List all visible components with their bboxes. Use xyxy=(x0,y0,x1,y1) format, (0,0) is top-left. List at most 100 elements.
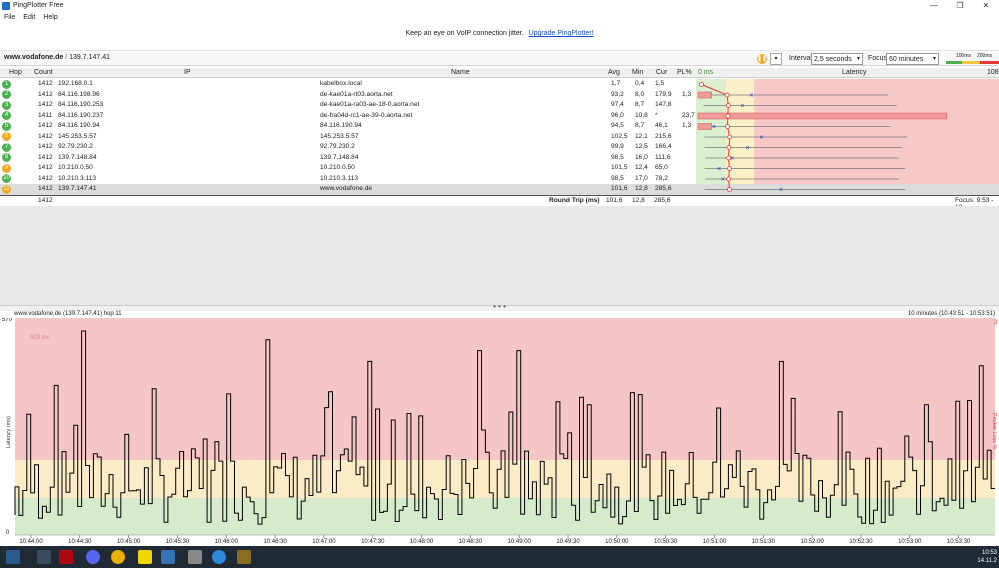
col-avg[interactable]: Avg xyxy=(608,69,620,76)
trace-table-header: Hop Count IP Name Avg Min Cur PL% 0 ms L… xyxy=(0,68,999,78)
interval-label: Interval xyxy=(789,55,812,62)
chevron-down-icon: ▾ xyxy=(932,56,936,62)
wow-icon[interactable] xyxy=(237,550,251,564)
current-latency-marker: × xyxy=(712,124,716,131)
chevron-down-icon: ▾ xyxy=(856,56,860,62)
col-lat-zero: 0 ms xyxy=(698,69,714,76)
packet-loss-bar xyxy=(697,91,712,99)
col-latency[interactable]: Latency xyxy=(842,69,867,76)
legend-red-bar xyxy=(980,61,999,64)
x-tick-label: 10:53:00 xyxy=(898,539,922,545)
clock-time: 10:53 xyxy=(981,550,997,556)
avg-latency-point xyxy=(699,82,704,87)
window-title: PingPlotter Free xyxy=(13,2,64,9)
pause-button[interactable]: ❚❚ xyxy=(757,54,767,64)
col-cur[interactable]: Cur xyxy=(656,69,667,76)
minimize-icon[interactable]: — xyxy=(921,0,947,11)
low-latency-band xyxy=(15,498,995,535)
footer-avg: 101,6 xyxy=(606,197,623,204)
target-host: www.vodafone.de xyxy=(4,54,64,61)
target-label: www.vodafone.de / 139.7.147.41 xyxy=(4,54,110,61)
packet-loss-bar xyxy=(697,112,948,120)
current-latency-marker: × xyxy=(749,93,753,100)
app-icon[interactable] xyxy=(212,550,226,564)
target-ip: 139.7.147.41 xyxy=(69,54,110,61)
timeline-range[interactable]: 10 minutes (10:43:51 - 10:53:51) xyxy=(908,311,995,317)
x-tick-label: 10:46:30 xyxy=(263,539,287,545)
menu-help[interactable]: Help xyxy=(39,12,61,23)
interval-value: 2,5 seconds xyxy=(814,56,852,63)
app-logo-icon xyxy=(2,1,10,10)
col-count[interactable]: Count xyxy=(34,69,53,76)
legend-100: 100ms xyxy=(956,53,972,59)
packet-loss-max-label: 3 xyxy=(994,320,998,326)
y-axis-label: Latency (ms) xyxy=(6,416,12,448)
avg-latency-point xyxy=(726,145,732,150)
avg-latency-point xyxy=(724,92,730,98)
y-zero-label: 0 xyxy=(6,530,10,536)
legend-200: 200ms xyxy=(977,53,993,59)
x-tick-label: 10:51:00 xyxy=(703,539,727,545)
pingplotter-icon[interactable] xyxy=(161,550,175,564)
timeline-graph: 570 523 ms 0 Latency (ms) Packet Loss % 3 10:4… xyxy=(2,318,998,545)
banner-text: Keep an eye on VoIP connection jitter. xyxy=(405,30,524,37)
col-min[interactable]: Min xyxy=(632,69,643,76)
toolbar: www.vodafone.de / 139.7.147.41 ❚❚ ▾ Inte… xyxy=(0,50,999,66)
x-tick-label: 10:50:30 xyxy=(654,539,678,545)
clock-date: 14.11.2 xyxy=(977,558,997,564)
pingplotter-window: PingPlotter Free — ❐ ✕ File Edit Help Ke… xyxy=(0,0,999,568)
high-latency-band xyxy=(15,318,995,460)
x-tick-label: 10:50:00 xyxy=(605,539,629,545)
x-tick-label: 10:44:30 xyxy=(68,539,92,545)
netflix-icon[interactable] xyxy=(59,550,73,564)
col-pl[interactable]: PL% xyxy=(677,69,692,76)
chrome-icon[interactable] xyxy=(111,550,125,564)
avg-latency-point xyxy=(726,155,731,161)
focus-label: Focus xyxy=(868,55,888,62)
app-icon[interactable] xyxy=(188,550,202,564)
focus-value: 60 minutes xyxy=(889,56,924,63)
menu-bar: File Edit Help xyxy=(0,12,62,23)
current-latency-marker: × xyxy=(779,187,783,194)
x-tick-label: 10:46:00 xyxy=(215,539,239,545)
pause-dropdown-button[interactable]: ▾ xyxy=(770,53,782,65)
start-icon[interactable] xyxy=(6,550,20,564)
focus-select[interactable]: 60 minutes ▾ xyxy=(886,53,939,65)
upgrade-banner: Keep an eye on VoIP connection jitter. U… xyxy=(0,30,999,37)
close-icon[interactable]: ✕ xyxy=(973,0,999,11)
x-tick-label: 10:44:00 xyxy=(19,539,43,545)
packet-loss-axis-label: Packet Loss % xyxy=(991,413,997,449)
y-max-label: 570 xyxy=(2,318,13,323)
legend-green-bar xyxy=(946,61,962,64)
sticky-notes-icon[interactable] xyxy=(138,550,152,564)
current-latency-marker: × xyxy=(746,145,750,152)
y-mid-label: 523 ms xyxy=(30,335,50,341)
timeline-title: www.vodafone.de (139.7.147.41) hop 11 xyxy=(14,311,122,317)
avg-latency-point xyxy=(727,187,732,192)
legend-yellow-bar xyxy=(962,61,980,64)
discord-icon[interactable] xyxy=(86,550,100,564)
target-separator: / xyxy=(65,54,68,61)
x-tick-label: 10:48:00 xyxy=(410,539,434,545)
clock[interactable]: 10:53 14.11.2 xyxy=(977,549,997,565)
x-tick-label: 10:52:30 xyxy=(849,539,873,545)
col-hop[interactable]: Hop xyxy=(9,69,22,76)
x-tick-label: 10:53:30 xyxy=(947,539,971,545)
app-icon[interactable] xyxy=(37,550,51,564)
footer-cur: 285,6 xyxy=(654,197,671,204)
footer-label: Round Trip (ms) xyxy=(549,197,600,204)
col-name[interactable]: Name xyxy=(451,69,470,76)
upgrade-link[interactable]: Upgrade PingPlotter! xyxy=(529,30,594,37)
menu-file[interactable]: File xyxy=(0,12,19,23)
footer-min: 12,8 xyxy=(632,197,645,204)
windows-taskbar: 10:53 14.11.2 xyxy=(0,546,999,568)
x-tick-label: 10:47:30 xyxy=(361,539,385,545)
col-ip[interactable]: IP xyxy=(184,69,191,76)
packet-loss-bar xyxy=(697,123,712,130)
restore-icon[interactable]: ❐ xyxy=(947,0,973,11)
menu-edit[interactable]: Edit xyxy=(19,12,39,23)
current-latency-marker: × xyxy=(759,135,763,142)
current-latency-marker: × xyxy=(740,103,744,110)
interval-select[interactable]: 2,5 seconds ▾ xyxy=(811,53,863,65)
avg-latency-point xyxy=(725,124,730,129)
